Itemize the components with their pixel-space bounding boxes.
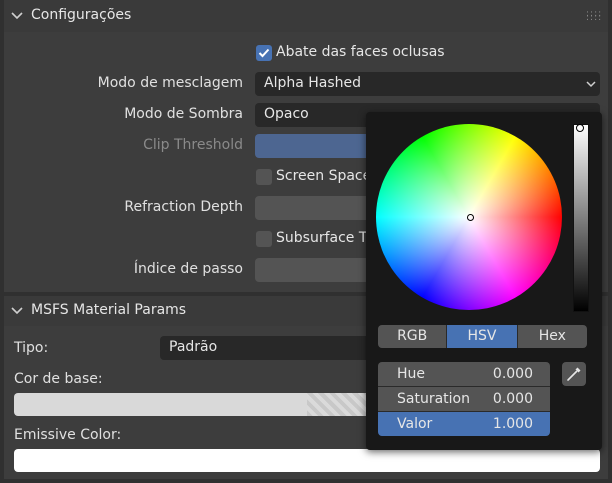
eyedropper-icon [567,367,581,381]
tab-rgb[interactable]: RGB [378,325,448,348]
shadow-mode-label: Modo de Sombra [124,106,243,122]
value-value: 1.000 [492,416,533,432]
dropdown-chevron-icon [586,81,596,88]
config-panel-title: Configurações [31,7,132,23]
pass-index-label: Índice de passo [133,261,243,277]
subsurface-checkbox[interactable] [256,231,272,247]
value-slider[interactable] [573,124,589,312]
msfs-panel-title: MSFS Material Params [31,302,187,318]
tab-hsv[interactable]: HSV [447,325,518,348]
type-label: Tipo: [14,340,49,356]
value-field-slider[interactable]: Valor 1.000 [378,412,550,436]
clip-threshold-label: Clip Threshold [143,137,243,153]
hue-label: Hue [397,366,426,382]
blend-mode-label: Modo de mesclagem [97,75,243,91]
value-label: Valor [397,416,433,432]
base-color-label: Cor de base: [14,371,103,387]
chevron-down-icon[interactable] [11,305,23,317]
emissive-color-label: Emissive Color: [14,427,122,443]
backface-culling-checkbox[interactable] [256,45,272,61]
shadow-mode-value: Opaco [264,106,309,122]
chevron-down-icon[interactable] [11,10,23,22]
hsv-sliders: Hue 0.000 Saturation 0.000 Valor 1.000 [378,362,550,436]
screen-space-label[interactable]: Screen Space [276,168,371,184]
screen-space-checkbox[interactable] [256,169,272,185]
saturation-label: Saturation [397,391,470,407]
hue-value: 0.000 [492,366,533,382]
saturation-value: 0.000 [492,391,533,407]
blend-mode-value: Alpha Hashed [264,75,362,91]
saturation-slider[interactable]: Saturation 0.000 [378,387,550,412]
refraction-depth-label: Refraction Depth [124,199,243,215]
value-slider-cursor[interactable] [576,124,584,132]
emissive-color-swatch[interactable] [14,449,600,472]
tab-hex[interactable]: Hex [517,325,587,348]
type-value: Padrão [169,339,218,355]
color-wheel-cursor[interactable] [467,214,474,221]
hue-slider[interactable]: Hue 0.000 [378,362,550,387]
drag-grip-icon[interactable]: :::::::: [586,10,602,23]
subsurface-label[interactable]: Subsurface T [276,230,367,246]
backface-culling-label[interactable]: Abate das faces oclusas [276,44,445,60]
eyedropper-button[interactable] [562,362,586,386]
checkmark-icon [258,48,270,58]
alpha-checker-pattern [307,393,367,416]
color-mode-tabs: RGB HSV Hex [378,325,587,348]
